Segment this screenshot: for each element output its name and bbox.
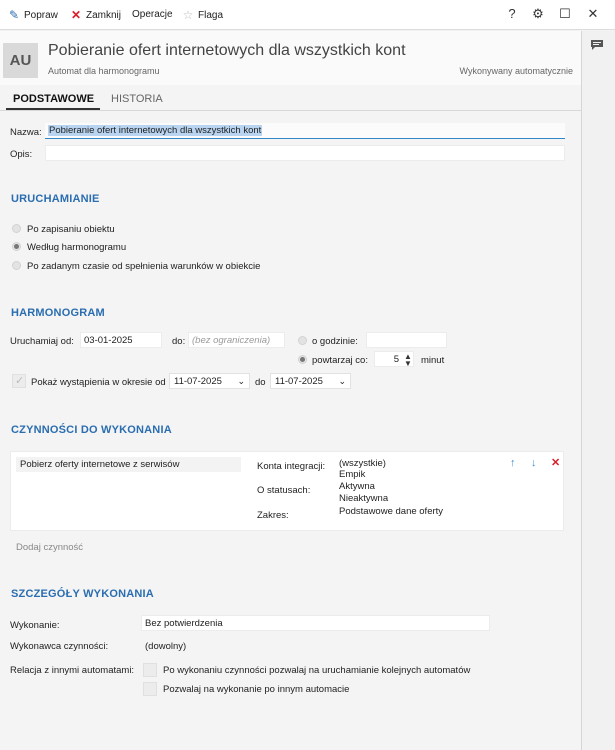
zamknij-label: Zamknij [86,9,122,21]
radio-on-save-label: Po zapisaniu obiektu [27,224,115,235]
gear-icon: ⚙ [532,6,544,21]
desc-label: Opis: [10,149,33,160]
close-window-button[interactable]: ✕ [586,7,600,21]
zamknij-button[interactable]: ✕ Zamknij [70,9,121,21]
popraw-label: Popraw [24,9,58,21]
right-rail [581,31,615,750]
action-name: Pobierz oferty internetowe z serwisów [16,457,241,472]
relation-label: Relacja z innymi automatami: [10,665,135,676]
repeat-unit: minut [421,355,445,366]
status-text: Wykonywany automatycznie [459,66,573,76]
flaga-button[interactable]: ☆ Flaga [182,9,223,21]
start-date-value: 03-01-2025 [84,335,133,346]
start-label: Uruchamiaj od: [10,336,74,347]
performer-value: (dowolny) [145,641,187,652]
section-szczegoly: SZCZEGÓŁY WYKONANIA [11,588,154,600]
radio-schedule[interactable] [12,242,21,251]
toolbar: ✎ Popraw ✕ Zamknij Operacje ☆ Flaga ? ⚙ … [0,0,615,30]
execution-value: Bez potwierdzenia [145,618,223,629]
radio-repeat[interactable] [298,355,307,364]
at-hour-label: o godzinie: [312,336,358,347]
show-from-value: 11-07-2025 [174,376,222,387]
help-button[interactable]: ? [505,7,519,21]
move-up-icon[interactable]: ↑ [510,457,516,469]
chevron-down-icon: ⌄ [237,376,245,386]
radio-schedule-label: Według harmonogramu [27,242,127,253]
scope-label: Zakres: [257,510,289,521]
avatar: AU [3,43,38,78]
tab-bar: PODSTAWOWE HISTORIA [0,87,581,111]
show-to-label: do [255,377,266,388]
end-date-field[interactable]: (bez ograniczenia) [188,332,285,348]
relation-opt1-checkbox[interactable] [143,663,157,677]
comment-icon[interactable] [590,39,604,51]
add-action-link[interactable]: Dodaj czynność [16,542,83,553]
page-title: Pobieranie ofert internetowych dla wszys… [48,42,406,59]
move-down-icon[interactable]: ↓ [531,457,537,469]
to-label: do: [172,336,186,347]
show-occurrences-label: Pokaż wystąpienia w okresie od [31,377,166,388]
section-uruchamianie: URUCHAMIANIE [11,193,100,205]
name-value: Pobieranie ofert internetowych dla wszys… [48,125,263,136]
execution-field[interactable]: Bez potwierdzenia [141,615,490,631]
maximize-icon: ☐ [559,6,571,21]
main-panel: AU Pobieranie ofert internetowych dla ws… [0,31,581,750]
operacje-label: Operacje [132,9,173,20]
name-label: Nazwa: [10,127,42,138]
statuses-label: O statusach: [257,485,311,496]
relation-opt2-label: Pozwalaj na wykonanie po innym automacie [163,684,350,695]
relation-opt1-label: Po wykonaniu czynności pozwalaj na uruch… [163,665,471,676]
action-item[interactable]: Pobierz oferty internetowe z serwisów Ko… [10,451,564,531]
close-x-icon: ✕ [70,8,82,22]
radio-after-time-label: Po zadanym czasie od spełnienia warunków… [27,261,261,272]
section-harmonogram: HARMONOGRAM [11,307,105,319]
stepper-arrows-icon[interactable]: ▲ ▼ [404,353,412,368]
statuses-value-1: Nieaktywna [339,493,389,504]
desc-field[interactable] [45,145,565,161]
star-icon: ☆ [182,8,194,22]
active-tab-indicator [6,108,100,110]
relation-opt2-checkbox[interactable] [143,682,157,696]
chevron-down-icon: ⌄ [338,376,346,386]
page-subtitle: Automat dla harmonogramu [48,66,160,76]
popraw-button[interactable]: ✎ Popraw [8,9,58,21]
accounts-value-1: Empik [339,469,366,480]
show-to-value: 11-07-2025 [275,376,323,387]
close-icon: ✕ [587,6,599,21]
accounts-label: Konta integracji: [257,461,326,472]
end-date-placeholder: (bez ograniczenia) [192,335,271,346]
execution-label: Wykonanie: [10,620,60,631]
show-to-select[interactable]: 11-07-2025 ⌄ [270,373,351,389]
maximize-button[interactable]: ☐ [558,7,572,21]
repeat-label: powtarzaj co: [312,355,368,366]
scope-value: Podstawowe dane oferty [339,506,444,517]
statuses-value-0: Aktywna [339,481,375,492]
name-field[interactable]: Pobieranie ofert internetowych dla wszys… [45,123,565,139]
operacje-button[interactable]: Operacje [132,9,173,20]
check-icon: ✓ [15,375,25,387]
start-date-field[interactable]: 03-01-2025 [80,332,162,348]
help-icon: ? [508,6,516,21]
performer-label: Wykonawca czynności: [10,641,109,652]
hour-field[interactable] [366,332,447,348]
tab-podstawowe[interactable]: PODSTAWOWE [13,93,94,105]
delete-icon[interactable]: ✕ [551,456,560,469]
section-czynnosci: CZYNNOŚCI DO WYKONANIA [11,424,172,436]
show-from-select[interactable]: 11-07-2025 ⌄ [169,373,250,389]
tab-historia[interactable]: HISTORIA [111,93,163,105]
object-header: AU Pobieranie ofert internetowych dla ws… [0,31,581,85]
accounts-value-0: (wszystkie) [339,458,386,469]
pencil-icon: ✎ [8,8,20,22]
radio-after-time[interactable] [12,261,21,270]
settings-button[interactable]: ⚙ [531,7,545,21]
radio-at-hour[interactable] [298,336,307,345]
show-occurrences-checkbox[interactable]: ✓ [12,374,26,388]
repeat-value: 5 [393,354,399,365]
radio-on-save[interactable] [12,224,21,233]
flaga-label: Flaga [198,9,224,21]
